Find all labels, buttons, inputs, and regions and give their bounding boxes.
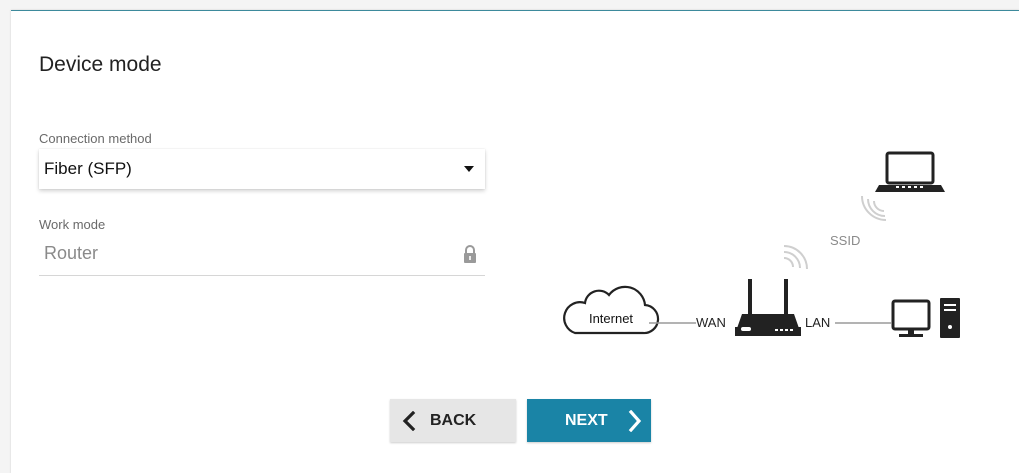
- page-title: Device mode: [39, 53, 162, 76]
- connection-method-select[interactable]: Fiber (SFP): [39, 149, 485, 189]
- wifi-signal-icon: [783, 245, 808, 270]
- device-mode-card: Device mode Connection method Fiber (SFP…: [11, 10, 1019, 473]
- chevron-left-icon: [402, 410, 416, 431]
- router-icon: [735, 279, 801, 336]
- work-mode-field: Router: [39, 238, 485, 276]
- laptop-icon: [875, 151, 945, 192]
- internet-label: Internet: [589, 311, 633, 326]
- connection-method-label: Connection method: [39, 131, 152, 146]
- cloud-icon: Internet: [563, 285, 660, 335]
- next-button-label: NEXT: [565, 411, 608, 429]
- ssid-label: SSID: [830, 233, 860, 248]
- work-mode-value: Router: [44, 243, 99, 263]
- wifi-signal-icon: [861, 195, 887, 221]
- lan-label: LAN: [805, 315, 830, 330]
- chevron-right-icon: [628, 409, 641, 432]
- work-mode-label: Work mode: [39, 217, 106, 232]
- connection-method-value: Fiber (SFP): [44, 159, 132, 178]
- wan-label: WAN: [696, 315, 726, 330]
- desktop-computer-icon: [891, 298, 960, 338]
- network-diagram: SSID Internet WAN LAN: [563, 151, 960, 338]
- lock-icon: [464, 245, 476, 263]
- chevron-down-icon: [464, 166, 474, 172]
- page: Device mode Connection method Fiber (SFP…: [0, 0, 1019, 473]
- next-button[interactable]: NEXT: [527, 399, 651, 442]
- back-button[interactable]: BACK: [390, 399, 516, 442]
- back-button-label: BACK: [430, 411, 477, 429]
